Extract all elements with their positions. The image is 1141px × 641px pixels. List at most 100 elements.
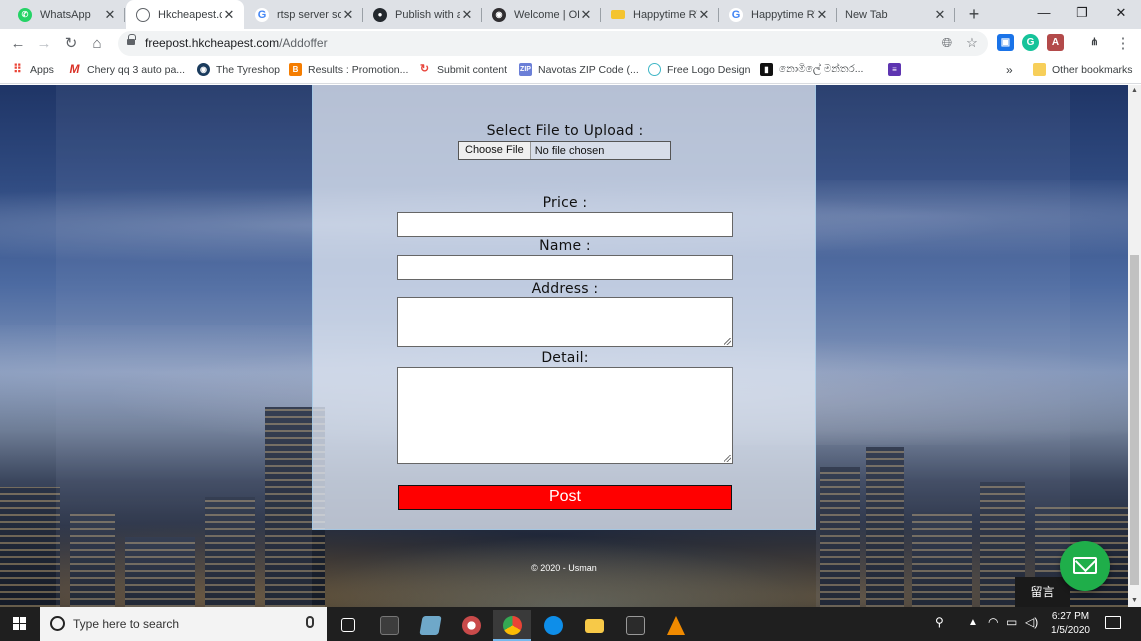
detail-label: Detail: bbox=[541, 350, 589, 366]
menu-dots-icon[interactable]: ⋮ bbox=[1112, 33, 1134, 55]
taskbar-clock[interactable]: 6:27 PM 1/5/2020 bbox=[1043, 610, 1098, 638]
minimize-button[interactable]: — bbox=[1025, 0, 1063, 29]
pdf-extension-icon[interactable]: A bbox=[1047, 34, 1064, 51]
taskbar-chrome[interactable] bbox=[493, 610, 531, 641]
bookmarks-overflow-button[interactable]: » bbox=[1006, 63, 1013, 77]
taskbar-file-explorer[interactable] bbox=[575, 610, 613, 641]
post-button[interactable]: Post bbox=[398, 485, 732, 510]
maximize-button[interactable]: ❐ bbox=[1063, 0, 1101, 29]
bookmark-sinhala-page[interactable]: ▮ නොමිලේ මන්තර... bbox=[760, 63, 863, 76]
notification-icon[interactable] bbox=[1105, 616, 1121, 629]
other-bookmarks[interactable]: Other bookmarks bbox=[1033, 63, 1133, 76]
bookmark-label: Navotas ZIP Code (... bbox=[538, 63, 639, 76]
new-tab-button[interactable]: + bbox=[962, 2, 986, 26]
logo-design-icon bbox=[648, 63, 661, 76]
scroll-up-icon[interactable]: ▲ bbox=[1128, 85, 1141, 97]
bookmark-tyreshop[interactable]: ◉ The Tyreshop bbox=[197, 63, 280, 76]
bookmark-submit-content[interactable]: ↻ Submit content bbox=[418, 63, 507, 76]
tab-title: Happytime RTS bbox=[751, 8, 815, 21]
address-textarea[interactable] bbox=[397, 297, 733, 347]
taskbar-app[interactable] bbox=[370, 610, 408, 641]
name-input[interactable] bbox=[397, 255, 733, 280]
bookmark-apps[interactable]: ⠿ Apps bbox=[11, 63, 54, 76]
star-icon[interactable]: ☆ bbox=[963, 34, 981, 52]
address-bar[interactable]: freepost.hkcheapest.com/Addoffer 🌐︎ ☆ bbox=[118, 31, 988, 56]
close-icon[interactable]: ✕ bbox=[815, 7, 829, 23]
close-icon[interactable]: ✕ bbox=[579, 7, 593, 23]
close-icon[interactable]: ✕ bbox=[222, 7, 236, 23]
taskbar-search[interactable]: Type here to search bbox=[40, 607, 327, 641]
microphone-icon[interactable] bbox=[306, 616, 314, 628]
resize-grip-icon[interactable] bbox=[724, 338, 731, 345]
tab-happytime-1[interactable]: Happytime RTS ✕ bbox=[601, 0, 719, 29]
url-path: /Addoffer bbox=[279, 36, 328, 50]
tab-new-tab[interactable]: New Tab ✕ bbox=[837, 0, 955, 29]
battery-icon[interactable]: ▭ bbox=[1006, 615, 1017, 629]
task-view-icon bbox=[341, 618, 355, 632]
extension-screen-icon[interactable]: ▣ bbox=[997, 34, 1014, 51]
forward-button[interactable]: → bbox=[33, 33, 55, 55]
choose-file-button[interactable]: Choose File bbox=[459, 142, 531, 159]
bookmark-label: Chery qq 3 auto pa... bbox=[87, 63, 186, 76]
taskbar-terminal[interactable] bbox=[616, 610, 654, 641]
tab-hkcheapest[interactable]: Hkcheapest.cc ✕ bbox=[126, 0, 244, 29]
network-icon[interactable]: ◠ bbox=[988, 615, 998, 629]
taskbar-teamviewer[interactable] bbox=[534, 610, 572, 641]
scroll-down-icon[interactable]: ▼ bbox=[1128, 595, 1141, 607]
bookmark-label: Submit content bbox=[437, 63, 508, 76]
bookmark-label: The Tyreshop bbox=[216, 63, 281, 76]
task-view-button[interactable] bbox=[329, 610, 367, 641]
people-icon[interactable]: ⚲ bbox=[935, 615, 944, 629]
m-logo-icon: M bbox=[69, 62, 80, 76]
tab-title: Welcome | OBS bbox=[514, 8, 579, 21]
google-icon: G bbox=[255, 7, 269, 22]
lock-icon[interactable] bbox=[127, 34, 136, 47]
bookmark-list[interactable]: ≡ bbox=[888, 63, 907, 76]
volume-icon[interactable]: ◁) bbox=[1025, 615, 1038, 629]
taskbar-app[interactable] bbox=[452, 610, 490, 641]
list-icon: ≡ bbox=[888, 63, 901, 76]
taskbar-app[interactable] bbox=[411, 610, 449, 641]
bookmark-navotas-zip[interactable]: ZIP Navotas ZIP Code (... bbox=[519, 63, 639, 76]
taskbar-vlc[interactable] bbox=[657, 610, 695, 641]
clock-time: 6:27 PM bbox=[1051, 611, 1090, 622]
bookmark-chery[interactable]: M Chery qq 3 auto pa... bbox=[68, 62, 186, 76]
grammarly-icon[interactable]: G bbox=[1022, 34, 1039, 51]
home-button[interactable]: ⌂ bbox=[86, 33, 108, 55]
extension-tree-icon[interactable]: ⋔ bbox=[1086, 34, 1103, 51]
tab-rtsp[interactable]: G rtsp server soft ✕ bbox=[245, 0, 363, 29]
close-window-button[interactable]: ✕ bbox=[1102, 0, 1140, 29]
start-button[interactable] bbox=[0, 607, 40, 641]
show-hidden-icons[interactable]: ▲ bbox=[968, 617, 978, 628]
scrollbar-thumb[interactable] bbox=[1130, 255, 1139, 585]
close-icon[interactable]: ✕ bbox=[697, 7, 711, 23]
tab-title: New Tab bbox=[845, 8, 888, 21]
resize-grip-icon[interactable] bbox=[724, 455, 731, 462]
tab-happytime-2[interactable]: G Happytime RTS ✕ bbox=[719, 0, 837, 29]
translate-icon[interactable]: 🌐︎ bbox=[938, 34, 956, 52]
close-icon[interactable]: ✕ bbox=[460, 7, 474, 23]
back-button[interactable]: ← bbox=[7, 33, 29, 55]
page-scrollbar[interactable]: ▲ ▼ bbox=[1128, 85, 1141, 607]
url-text[interactable]: freepost.hkcheapest.com/Addoffer bbox=[145, 36, 328, 50]
envelope-icon bbox=[1073, 557, 1097, 574]
tab-obs[interactable]: ◉ Welcome | OBS ✕ bbox=[482, 0, 601, 29]
folder-icon bbox=[1033, 63, 1046, 76]
price-input[interactable] bbox=[397, 212, 733, 237]
close-icon[interactable]: ✕ bbox=[341, 7, 355, 23]
close-icon[interactable]: ✕ bbox=[103, 7, 117, 23]
cortana-icon bbox=[50, 616, 65, 631]
file-input[interactable]: Choose File No file chosen bbox=[458, 141, 671, 160]
price-label: Price : bbox=[542, 195, 588, 211]
reload-button[interactable]: ↻ bbox=[60, 33, 82, 55]
tab-github[interactable]: ● Publish with a ✕ bbox=[363, 0, 482, 29]
detail-textarea[interactable] bbox=[397, 367, 733, 464]
whatsapp-icon: ✆ bbox=[18, 7, 32, 22]
chrome-icon bbox=[503, 616, 522, 635]
close-icon[interactable]: ✕ bbox=[933, 7, 947, 23]
bookmark-free-logo-design[interactable]: Free Logo Design bbox=[648, 63, 750, 76]
chat-button[interactable] bbox=[1060, 541, 1110, 591]
chat-label[interactable]: 留言 bbox=[1015, 577, 1070, 607]
bookmark-results-promotion[interactable]: B Results : Promotion... bbox=[289, 63, 408, 76]
tab-whatsapp[interactable]: ✆ WhatsApp ✕ bbox=[8, 0, 125, 29]
